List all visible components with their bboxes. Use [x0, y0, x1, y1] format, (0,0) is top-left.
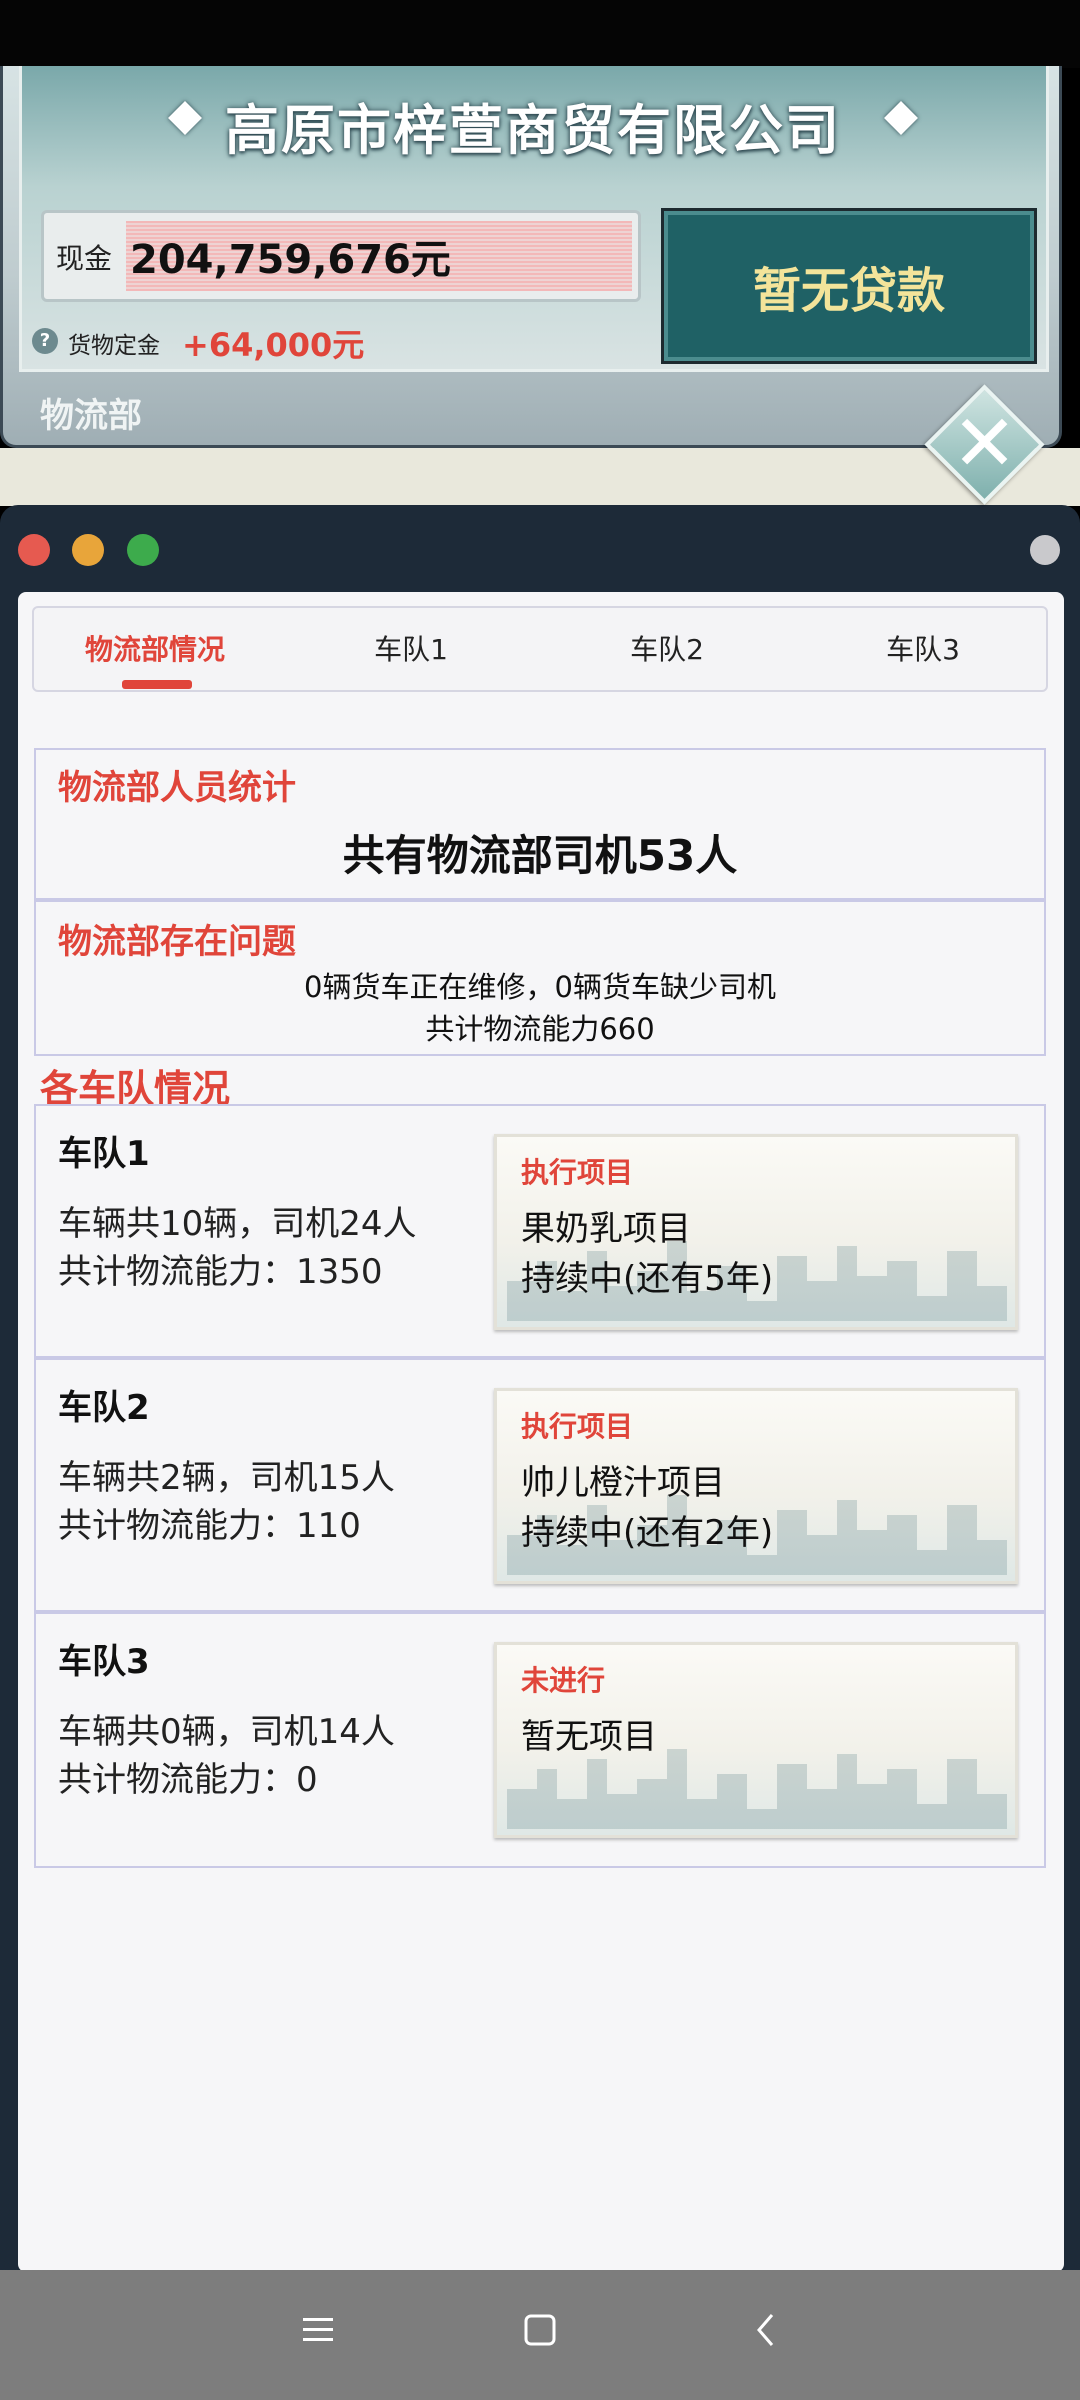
close-icon: ✕ — [951, 399, 1018, 489]
department-label: 物流部 — [40, 396, 142, 436]
staff-section-title: 物流部人员统计 — [58, 768, 296, 808]
home-icon[interactable] — [510, 2300, 570, 2360]
team-name: 车队1 — [58, 1134, 150, 1174]
issues-line-2: 共计物流能力660 — [425, 1012, 655, 1046]
team-capacity: 共计物流能力：110 — [58, 1506, 361, 1546]
deposit-value: +64,000元 — [182, 326, 365, 364]
project-card[interactable]: 执行项目 帅儿橙汁项目 持续中(还有2年) — [494, 1388, 1018, 1584]
window-maximize-dot[interactable] — [127, 534, 159, 566]
project-progress: 持续中(还有5年) — [521, 1259, 774, 1299]
tab-team-2[interactable]: 车队2 — [540, 628, 794, 668]
team-capacity: 共计物流能力：1350 — [58, 1252, 383, 1292]
issues-line-1: 0辆货车正在维修，0辆货车缺少司机 — [304, 970, 776, 1004]
team-name: 车队2 — [58, 1388, 150, 1428]
window-minimize-dot[interactable] — [72, 534, 104, 566]
project-card[interactable]: 执行项目 果奶乳项目 持续中(还有5年) — [494, 1134, 1018, 1330]
cash-box: 现金 204,759,676元 — [41, 210, 641, 302]
team-vehicles: 车辆共2辆，司机15人 — [58, 1458, 395, 1498]
project-progress: 持续中(还有2年) — [521, 1513, 774, 1553]
staff-summary: 共有物流部司机53人 — [342, 831, 738, 880]
background-strip — [0, 448, 1080, 506]
project-status: 执行项目 — [521, 1410, 634, 1443]
window-close-dot[interactable] — [18, 534, 50, 566]
project-name: 帅儿橙汁项目 — [521, 1463, 725, 1503]
tab-team-1[interactable]: 车队1 — [284, 628, 538, 668]
cash-value: 204,759,676元 — [130, 237, 451, 283]
deposit-label: 货物定金 — [68, 333, 160, 359]
team-capacity: 共计物流能力：0 — [58, 1760, 318, 1800]
project-card[interactable]: 未进行 暂无项目 — [494, 1642, 1018, 1838]
project-name: 果奶乳项目 — [521, 1209, 691, 1249]
project-status: 执行项目 — [521, 1156, 634, 1189]
cash-label: 现金 — [56, 242, 113, 275]
help-icon[interactable]: ? — [32, 328, 58, 354]
project-name: 暂无项目 — [521, 1717, 657, 1757]
status-bar-area — [0, 0, 1080, 68]
back-icon[interactable] — [736, 2300, 796, 2360]
tab-team-3[interactable]: 车队3 — [796, 628, 1050, 668]
tab-active-indicator — [122, 680, 192, 689]
team-vehicles: 车辆共0辆，司机14人 — [58, 1712, 395, 1752]
menu-icon[interactable] — [288, 2300, 348, 2360]
close-button[interactable]: ✕ — [924, 384, 1045, 505]
issues-section-title: 物流部存在问题 — [58, 922, 296, 962]
window-option-dot[interactable] — [1030, 535, 1060, 565]
project-status: 未进行 — [521, 1664, 606, 1697]
loan-button[interactable]: 暂无贷款 — [661, 208, 1037, 364]
tab-logistics-overview[interactable]: 物流部情况 — [28, 628, 282, 668]
team-name: 车队3 — [58, 1642, 150, 1682]
team-vehicles: 车辆共10辆，司机24人 — [58, 1204, 417, 1244]
